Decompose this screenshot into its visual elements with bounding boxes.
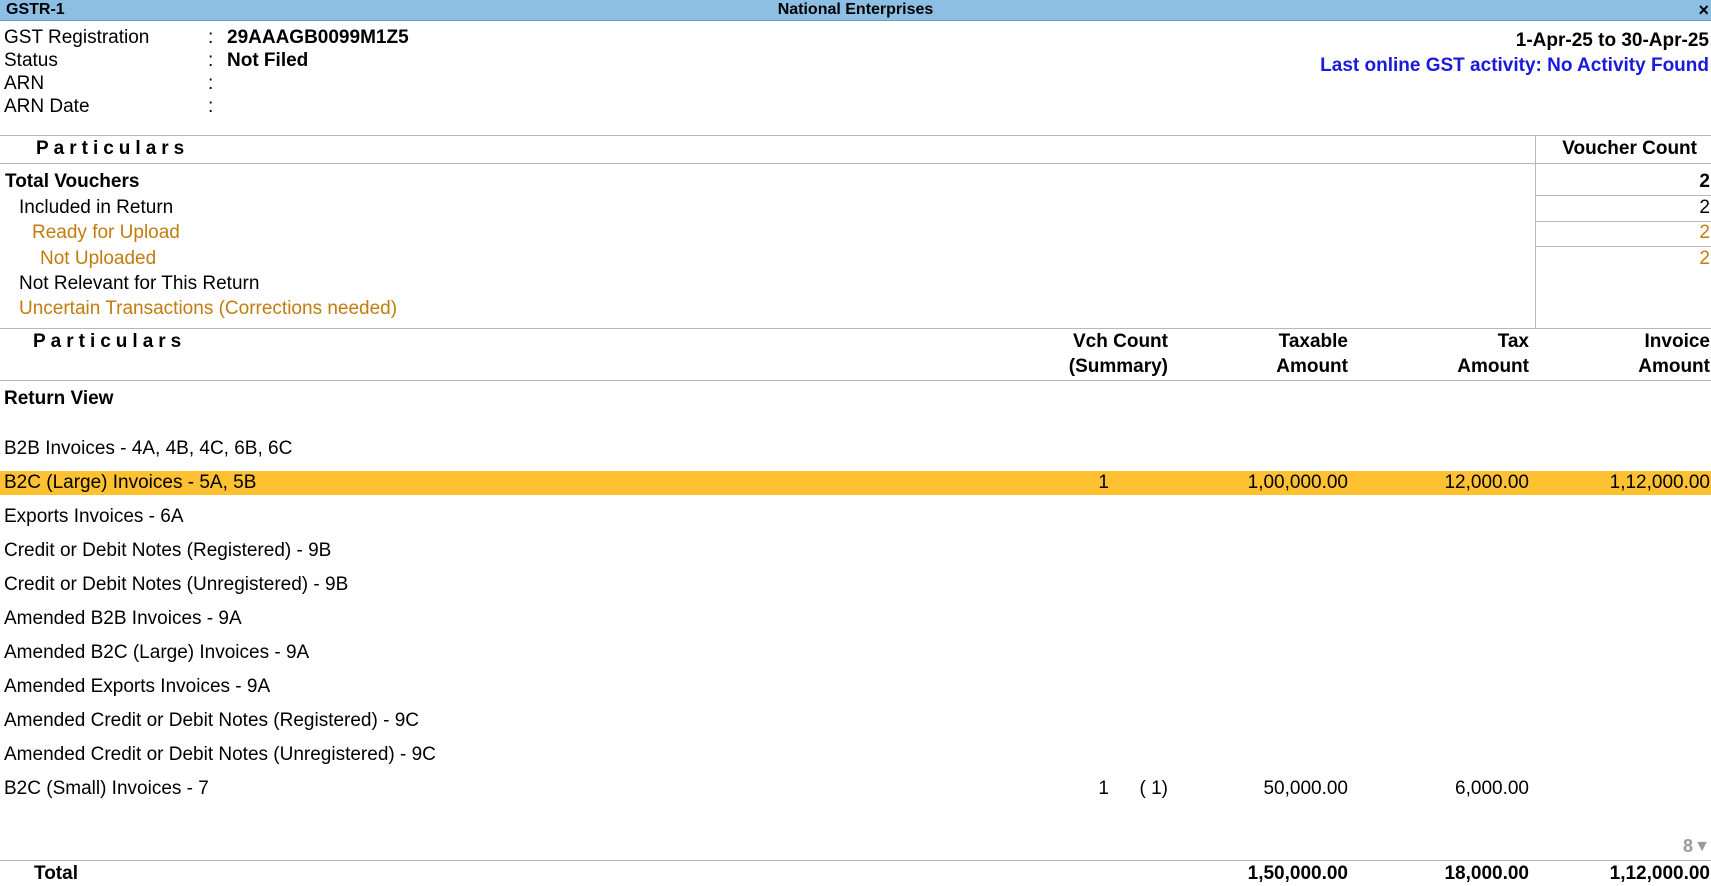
return-row[interactable]: Credit or Debit Notes (Registered) - 9B [0, 539, 1711, 563]
divider [0, 380, 1711, 381]
divider [0, 163, 1711, 164]
summary-included-in-return[interactable]: Included in Return [19, 197, 173, 219]
divider [1536, 195, 1711, 196]
tax-header-line1: Tax [1497, 331, 1529, 352]
return-row[interactable]: Amended B2C (Large) Invoices - 9A [0, 641, 1711, 665]
column-divider [1535, 135, 1536, 328]
return-row-tax: 12,000.00 [1444, 472, 1529, 493]
divider [0, 328, 1711, 329]
total-invoice: 1,12,000.00 [1609, 863, 1710, 884]
arn-label: ARN [4, 73, 45, 94]
return-row[interactable]: B2C (Small) Invoices - 7 1 ( 1) 50,000.00 6,… [0, 777, 1711, 801]
invoice-header-line2: Amount [1638, 356, 1710, 377]
return-row-name: Exports Invoices - 6A [4, 506, 184, 527]
summary-total-vouchers[interactable]: Total Vouchers [5, 171, 139, 193]
return-row[interactable]: B2B Invoices - 4A, 4B, 4C, 6B, 6C [0, 437, 1711, 461]
voucher-count-header: Voucher Count [1562, 138, 1697, 159]
taxable-amount-header: Taxable Amount [1276, 329, 1348, 379]
return-row-name: Amended Credit or Debit Notes (Registere… [4, 710, 420, 731]
return-row[interactable]: Exports Invoices - 6A [0, 505, 1711, 529]
return-row-name: Credit or Debit Notes (Registered) - 9B [4, 540, 332, 561]
colon: : [208, 73, 214, 94]
status-label: Status [4, 50, 58, 71]
total-label: Total [34, 863, 78, 884]
summary-uncertain-transactions[interactable]: Uncertain Transactions (Corrections need… [19, 298, 397, 320]
return-row-vch-summary: ( 1) [1139, 778, 1169, 799]
return-row-name: Amended B2B Invoices - 9A [4, 608, 242, 629]
return-row-tax: 6,000.00 [1455, 778, 1529, 799]
return-row-name: B2C (Small) Invoices - 7 [4, 778, 209, 799]
gst-registration-value: 29AAAGB0099M1Z5 [227, 27, 409, 48]
return-particulars-header: Particulars [33, 331, 187, 352]
return-row[interactable]: Amended Credit or Debit Notes (Unregiste… [0, 743, 1711, 767]
scroll-down-icon[interactable]: ▼ [1694, 838, 1710, 856]
vch-count-header-line2: (Summary) [1068, 356, 1168, 377]
return-row-name: Amended B2C (Large) Invoices - 9A [4, 642, 310, 663]
return-row-name: Credit or Debit Notes (Unregistered) - 9… [4, 574, 349, 595]
summary-total-vouchers-count: 2 [1699, 171, 1710, 192]
summary-not-uploaded[interactable]: Not Uploaded [40, 248, 156, 270]
arn-date-label: ARN Date [4, 96, 90, 117]
return-row[interactable]: B2C (Large) Invoices - 5A, 5B 1 1,00,000.0… [0, 471, 1711, 495]
vch-count-header-line1: Vch Count [1073, 331, 1168, 352]
divider [1536, 246, 1711, 247]
return-row-name: B2B Invoices - 4A, 4B, 4C, 6B, 6C [4, 438, 293, 459]
return-row[interactable]: Credit or Debit Notes (Unregistered) - 9… [0, 573, 1711, 597]
summary-not-relevant[interactable]: Not Relevant for This Return [19, 273, 259, 295]
vch-count-header: Vch Count (Summary) [1069, 329, 1168, 379]
return-row[interactable]: Amended Credit or Debit Notes (Registere… [0, 709, 1711, 733]
colon: : [208, 27, 214, 48]
return-row[interactable]: Amended Exports Invoices - 9A [0, 675, 1711, 699]
particulars-header: Particulars [36, 138, 190, 159]
summary-not-uploaded-count: 2 [1699, 248, 1710, 269]
taxable-header-line2: Amount [1276, 356, 1348, 377]
close-icon[interactable]: × [1698, 0, 1709, 21]
return-row-name: Amended Credit or Debit Notes (Unregiste… [4, 744, 436, 765]
page-number: 8 [1682, 836, 1693, 856]
return-row[interactable]: Amended B2B Invoices - 9A [0, 607, 1711, 631]
company-name: National Enterprises [777, 1, 934, 18]
status-value: Not Filed [227, 50, 309, 71]
invoice-header-line1: Invoice [1644, 331, 1710, 352]
divider [1536, 221, 1711, 222]
colon: : [208, 50, 214, 71]
summary-included-count: 2 [1699, 197, 1710, 218]
title-bar: GSTR-1 National Enterprises × [0, 0, 1711, 21]
last-online-activity[interactable]: Last online GST activity: No Activity Fo… [1320, 55, 1709, 77]
taxable-header-line1: Taxable [1278, 331, 1348, 352]
gst-registration-label: GST Registration [4, 27, 150, 48]
return-row-vch-count: 1 [1098, 778, 1109, 799]
tax-header-line2: Amount [1457, 356, 1529, 377]
tax-amount-header: Tax Amount [1457, 329, 1529, 379]
return-row-name: Amended Exports Invoices - 9A [4, 676, 271, 697]
registration-info: GST Registration : 29AAAGB0099M1Z5 Statu… [0, 21, 1711, 135]
return-row-name: B2C (Large) Invoices - 5A, 5B [4, 472, 257, 493]
summary-ready-count: 2 [1699, 222, 1710, 243]
return-row-vch-count: 1 [1098, 472, 1109, 493]
return-view-title: Return View [4, 388, 114, 409]
total-tax: 18,000.00 [1444, 863, 1529, 884]
return-row-taxable: 50,000.00 [1263, 778, 1348, 799]
invoice-amount-header: Invoice Amount [1638, 329, 1710, 379]
total-row: Total 1,50,000.00 18,000.00 1,12,000.00 [0, 860, 1711, 886]
summary-ready-for-upload[interactable]: Ready for Upload [32, 222, 180, 244]
period-range[interactable]: 1-Apr-25 to 30-Apr-25 [1516, 30, 1709, 52]
return-row-invoice: 1,12,000.00 [1609, 472, 1710, 493]
divider [0, 135, 1711, 136]
total-taxable: 1,50,000.00 [1247, 863, 1348, 884]
colon: : [208, 96, 214, 117]
return-row-taxable: 1,00,000.00 [1247, 472, 1348, 493]
